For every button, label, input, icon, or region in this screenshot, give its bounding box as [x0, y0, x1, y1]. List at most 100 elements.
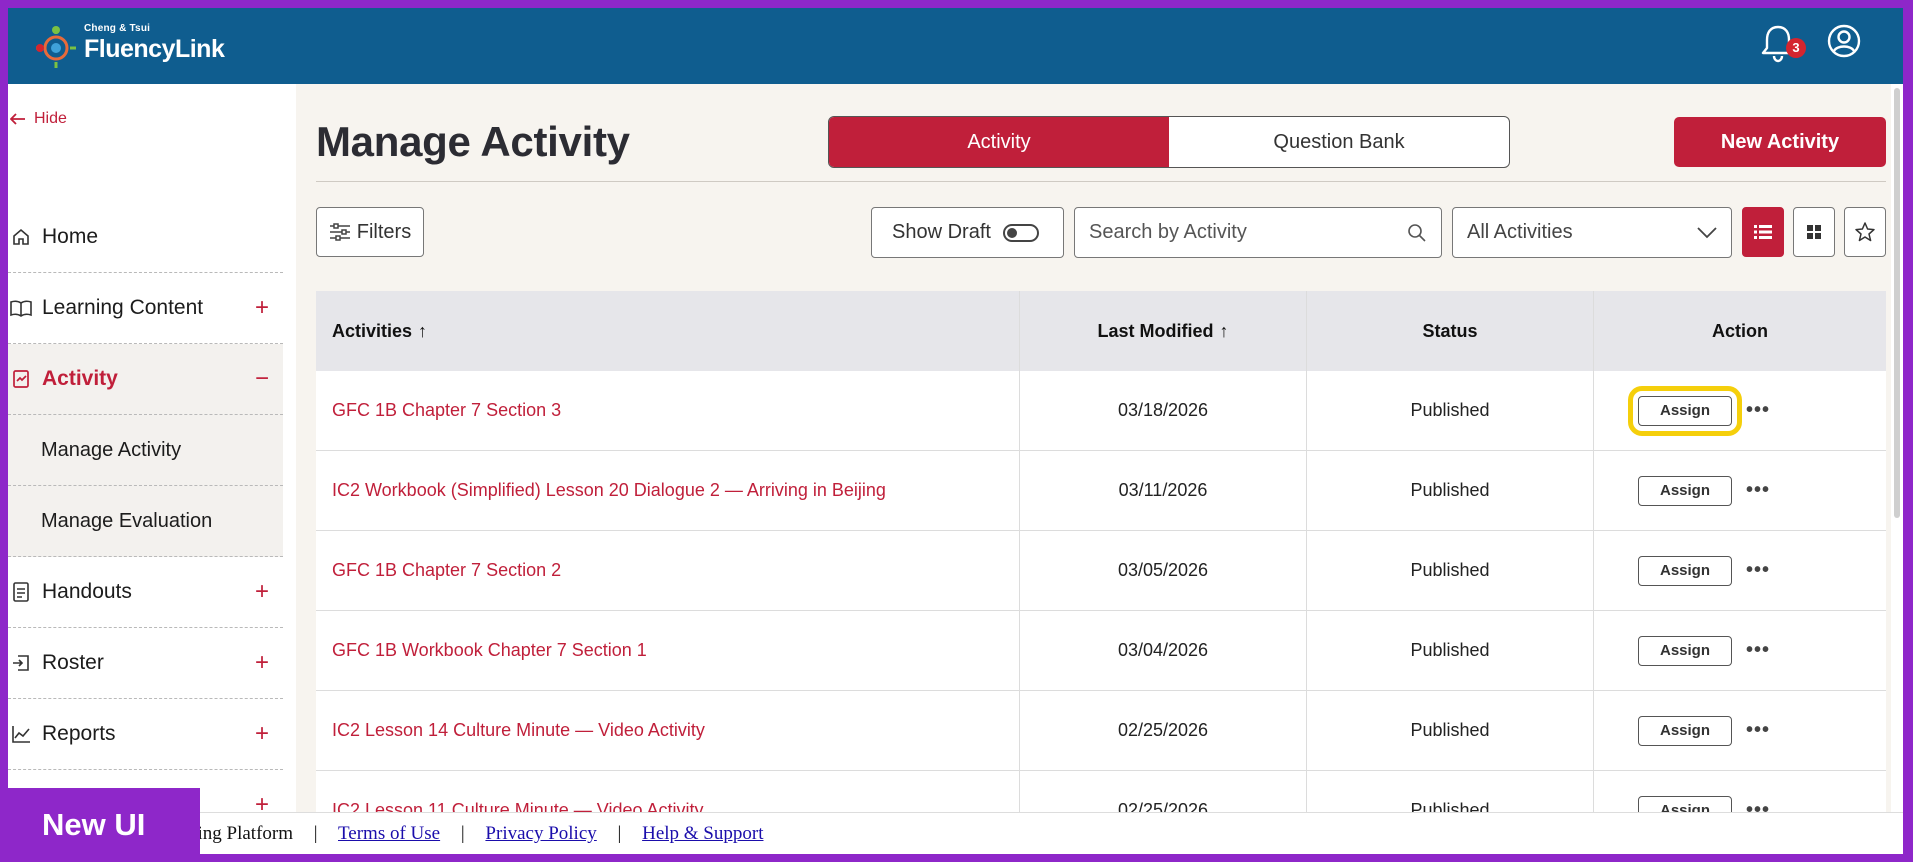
- header-divider: [316, 181, 1886, 182]
- expand-icon[interactable]: +: [255, 578, 269, 606]
- scrollbar-thumb[interactable]: [1894, 88, 1900, 518]
- activity-link[interactable]: IC2 Workbook (Simplified) Lesson 20 Dial…: [332, 480, 886, 501]
- help-support-link[interactable]: Help & Support: [642, 823, 763, 844]
- sidebar-item-learning-content[interactable]: Learning Content +: [8, 273, 283, 344]
- sliders-icon: [329, 223, 350, 241]
- filters-label: Filters: [356, 220, 412, 243]
- toggle-switch[interactable]: [1002, 223, 1039, 242]
- sidebar-item-roster[interactable]: Roster +: [8, 628, 283, 699]
- assign-button[interactable]: Assign: [1638, 555, 1732, 586]
- last-modified-cell: 03/04/2026: [1020, 611, 1307, 690]
- column-activities[interactable]: Activities ↑: [316, 291, 1020, 371]
- assign-button[interactable]: Assign: [1638, 715, 1732, 746]
- chevron-down-icon: [1697, 226, 1717, 238]
- hide-sidebar-link[interactable]: Hide: [10, 110, 67, 128]
- show-draft-label: Show Draft: [892, 221, 991, 243]
- activity-type-select[interactable]: All Activities: [1452, 207, 1732, 258]
- privacy-policy-link[interactable]: Privacy Policy: [485, 823, 596, 844]
- footer: ning Platform | Terms of Use | Privacy P…: [8, 812, 1903, 854]
- sidebar-subitem-manage-activity[interactable]: Manage Activity: [8, 415, 283, 486]
- table-row: GFC 1B Chapter 7 Section 2 03/05/2026 Pu…: [316, 531, 1886, 611]
- collapse-icon[interactable]: −: [255, 365, 269, 393]
- sidebar-item-label: Learning Content: [42, 296, 204, 319]
- assign-button[interactable]: Assign: [1628, 385, 1742, 436]
- table-row: GFC 1B Chapter 7 Section 3 03/18/2026 Pu…: [316, 371, 1886, 451]
- grid-view-icon: [1807, 225, 1821, 239]
- sidebar-item-label: Roster: [42, 651, 104, 674]
- list-view-icon: [1754, 225, 1772, 239]
- sidebar-item-reports[interactable]: Reports +: [8, 699, 283, 770]
- assign-button[interactable]: Assign: [1638, 635, 1732, 666]
- star-icon: [1855, 222, 1875, 242]
- activity-link[interactable]: GFC 1B Chapter 7 Section 2: [332, 560, 561, 581]
- table-row: IC2 Workbook (Simplified) Lesson 20 Dial…: [316, 451, 1886, 531]
- sidebar-item-label: Home: [42, 225, 99, 248]
- column-action: Action: [1594, 291, 1886, 371]
- sidebar-item-handouts[interactable]: Handouts +: [8, 557, 283, 628]
- book-icon: [10, 297, 32, 319]
- more-options-icon[interactable]: •••: [1746, 479, 1770, 502]
- header-label: Status: [1422, 320, 1478, 341]
- activity-icon: [10, 368, 32, 390]
- last-modified-cell: 03/18/2026: [1020, 371, 1307, 450]
- platform-text: ning Platform: [188, 823, 294, 844]
- sidebar-item-home[interactable]: Home: [8, 202, 283, 273]
- tab-question-bank[interactable]: Question Bank: [1169, 117, 1509, 167]
- brand-subtitle: Cheng & Tsui: [84, 23, 151, 34]
- sort-arrow-up-icon: ↑: [1219, 320, 1229, 341]
- grid-view-button[interactable]: [1793, 207, 1835, 257]
- status-cell: Published: [1307, 691, 1594, 770]
- search-icon[interactable]: [1407, 223, 1427, 243]
- sort-arrow-up-icon: ↑: [418, 320, 428, 341]
- terms-of-use-link[interactable]: Terms of Use: [338, 823, 440, 844]
- roster-icon: [10, 652, 32, 674]
- chart-icon: [10, 723, 32, 745]
- header-label: Activities: [332, 320, 413, 341]
- user-profile-icon[interactable]: [1826, 23, 1862, 59]
- table-row: IC2 Lesson 14 Culture Minute — Video Act…: [316, 691, 1886, 771]
- notification-count-badge: 3: [1786, 38, 1806, 58]
- footer-separator: |: [617, 823, 622, 844]
- sidebar: Hide Home Learning Content + Activity − …: [8, 84, 296, 854]
- top-bar: Cheng & Tsui FluencyLink 3: [8, 8, 1903, 84]
- last-modified-cell: 02/25/2026: [1020, 691, 1307, 770]
- show-draft-toggle[interactable]: Show Draft: [871, 207, 1064, 258]
- activity-link[interactable]: GFC 1B Chapter 7 Section 3: [332, 400, 561, 421]
- more-options-icon[interactable]: •••: [1746, 639, 1770, 662]
- search-input[interactable]: [1089, 221, 1407, 244]
- expand-icon[interactable]: +: [255, 720, 269, 748]
- footer-separator: |: [460, 823, 465, 844]
- table-row: GFC 1B Workbook Chapter 7 Section 1 03/0…: [316, 611, 1886, 691]
- filters-button[interactable]: Filters: [316, 207, 424, 257]
- more-options-icon[interactable]: •••: [1746, 719, 1770, 742]
- sidebar-subitem-manage-evaluation[interactable]: Manage Evaluation: [8, 486, 283, 557]
- list-view-button[interactable]: [1742, 207, 1784, 257]
- brand-name: FluencyLink: [84, 35, 225, 63]
- footer-text-row: ning Platform | Terms of Use | Privacy P…: [188, 823, 763, 845]
- footer-separator: |: [313, 823, 318, 844]
- tab-activity[interactable]: Activity: [829, 117, 1169, 167]
- document-icon: [10, 581, 32, 603]
- more-options-icon[interactable]: •••: [1746, 559, 1770, 582]
- activity-link[interactable]: IC2 Lesson 14 Culture Minute — Video Act…: [332, 720, 705, 741]
- new-ui-badge: New UI: [0, 788, 200, 862]
- select-value: All Activities: [1467, 221, 1573, 243]
- favorites-button[interactable]: [1844, 207, 1886, 257]
- more-options-icon[interactable]: •••: [1746, 399, 1770, 422]
- app-frame: Cheng & Tsui FluencyLink 3 Hide Home Lea…: [8, 8, 1903, 854]
- expand-icon[interactable]: +: [255, 649, 269, 677]
- sidebar-item-activity[interactable]: Activity −: [8, 344, 283, 415]
- logo[interactable]: Cheng & Tsui FluencyLink: [32, 16, 252, 76]
- arrow-left-icon: [10, 113, 25, 125]
- column-last-modified[interactable]: Last Modified ↑: [1020, 291, 1307, 371]
- last-modified-cell: 03/05/2026: [1020, 531, 1307, 610]
- page-title: Manage Activity: [316, 118, 630, 165]
- assign-button[interactable]: Assign: [1638, 475, 1732, 506]
- hide-label: Hide: [34, 110, 67, 127]
- expand-icon[interactable]: +: [255, 294, 269, 322]
- activities-table: Activities ↑ Last Modified ↑ Status Action…: [316, 291, 1886, 819]
- status-cell: Published: [1307, 611, 1594, 690]
- new-activity-button[interactable]: New Activity: [1674, 117, 1886, 167]
- activity-link[interactable]: GFC 1B Workbook Chapter 7 Section 1: [332, 640, 647, 661]
- logo-mark-icon: [36, 26, 76, 68]
